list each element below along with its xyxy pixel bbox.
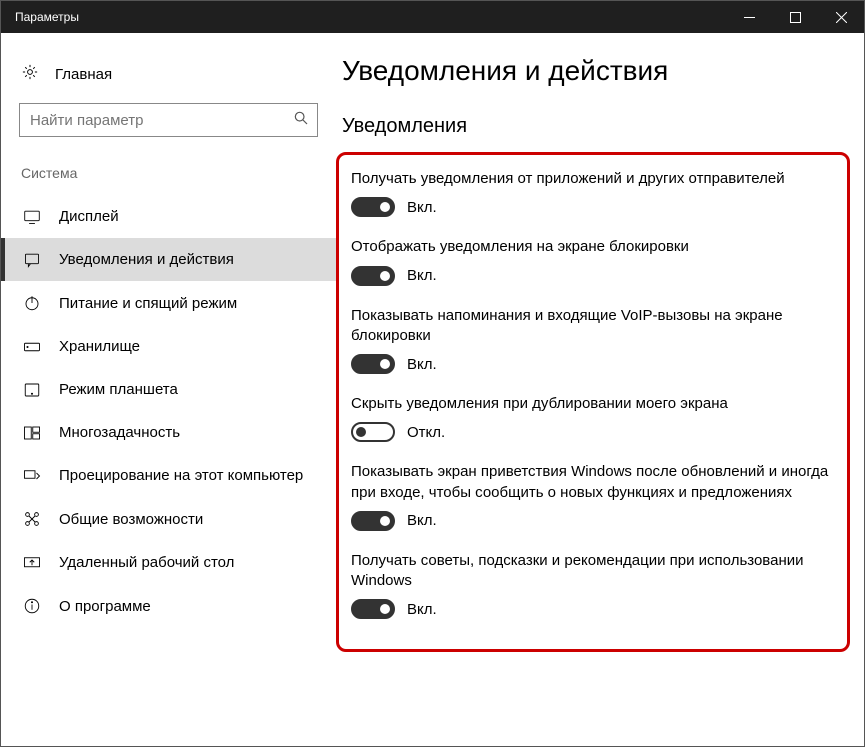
setting-item: Отображать уведомления на экране блокиро… xyxy=(351,237,835,285)
sidebar-item-label: Общие возможности xyxy=(59,511,203,528)
maximize-button[interactable] xyxy=(772,1,818,33)
toggle-switch[interactable] xyxy=(351,422,395,442)
window-controls xyxy=(726,1,864,33)
toggle-switch[interactable] xyxy=(351,599,395,619)
sidebar-item-label: Хранилище xyxy=(59,338,140,355)
sidebar: Главная Система Дисплей xyxy=(1,33,336,746)
gear-icon xyxy=(21,63,39,85)
setting-item: Показывать напоминания и входящие VoIP-в… xyxy=(351,306,835,375)
titlebar: Параметры xyxy=(1,1,864,33)
main-content: Уведомления и действия Уведомления Получ… xyxy=(336,33,864,746)
sidebar-item-label: Режим планшета xyxy=(59,381,178,398)
remote-desktop-icon xyxy=(23,555,41,571)
sidebar-item-label: Многозадачность xyxy=(59,424,180,441)
home-label: Главная xyxy=(55,66,112,83)
toggle-state: Вкл. xyxy=(407,601,437,618)
shared-icon xyxy=(23,510,41,528)
sidebar-item-label: Удаленный рабочий стол xyxy=(59,554,234,571)
setting-desc: Показывать напоминания и входящие VoIP-в… xyxy=(351,306,835,347)
projecting-icon xyxy=(23,468,41,484)
setting-item: Скрыть уведомления при дублировании моег… xyxy=(351,394,835,442)
setting-desc: Получать уведомления от приложений и дру… xyxy=(351,169,835,189)
toggle-switch[interactable] xyxy=(351,511,395,531)
highlighted-settings: Получать уведомления от приложений и дру… xyxy=(336,152,850,652)
notifications-icon xyxy=(23,252,41,268)
setting-desc: Получать советы, подсказки и рекомендаци… xyxy=(351,551,835,592)
search-box[interactable] xyxy=(19,103,318,137)
search-input[interactable] xyxy=(30,112,293,129)
toggle-switch[interactable] xyxy=(351,354,395,374)
power-icon xyxy=(23,294,41,312)
sidebar-item-projecting[interactable]: Проецирование на этот компьютер xyxy=(1,454,336,497)
sidebar-item-power[interactable]: Питание и спящий режим xyxy=(1,281,336,325)
section-title: Уведомления xyxy=(342,115,850,138)
setting-desc: Показывать экран приветствия Windows пос… xyxy=(351,462,835,503)
toggle-state: Вкл. xyxy=(407,199,437,216)
nav-list: Дисплей Уведомления и действия Питание и… xyxy=(1,195,336,628)
storage-icon xyxy=(23,340,41,354)
multitasking-icon xyxy=(23,425,41,441)
setting-item: Получать уведомления от приложений и дру… xyxy=(351,169,835,217)
sidebar-item-label: Питание и спящий режим xyxy=(59,295,237,312)
sidebar-item-storage[interactable]: Хранилище xyxy=(1,325,336,368)
toggle-switch[interactable] xyxy=(351,197,395,217)
sidebar-item-label: Проецирование на этот компьютер xyxy=(59,467,303,484)
sidebar-item-label: Уведомления и действия xyxy=(59,251,234,268)
sidebar-item-tablet[interactable]: Режим планшета xyxy=(1,368,336,411)
toggle-state: Вкл. xyxy=(407,356,437,373)
page-title: Уведомления и действия xyxy=(342,55,850,87)
setting-desc: Скрыть уведомления при дублировании моег… xyxy=(351,394,835,414)
toggle-switch[interactable] xyxy=(351,266,395,286)
setting-item: Показывать экран приветствия Windows пос… xyxy=(351,462,835,531)
toggle-state: Вкл. xyxy=(407,512,437,529)
tablet-icon xyxy=(23,382,41,398)
window-title: Параметры xyxy=(15,10,79,24)
settings-window: Параметры Главная xyxy=(0,0,865,747)
sidebar-item-shared[interactable]: Общие возможности xyxy=(1,497,336,541)
display-icon xyxy=(23,209,41,225)
close-button[interactable] xyxy=(818,1,864,33)
sidebar-item-remote[interactable]: Удаленный рабочий стол xyxy=(1,541,336,584)
setting-desc: Отображать уведомления на экране блокиро… xyxy=(351,237,835,257)
sidebar-item-display[interactable]: Дисплей xyxy=(1,195,336,238)
toggle-state: Откл. xyxy=(407,424,445,441)
home-link[interactable]: Главная xyxy=(1,57,336,103)
sidebar-item-multitasking[interactable]: Многозадачность xyxy=(1,411,336,454)
toggle-state: Вкл. xyxy=(407,267,437,284)
sidebar-section-label: Система xyxy=(1,165,336,195)
search-icon xyxy=(293,110,309,130)
about-icon xyxy=(23,597,41,615)
minimize-button[interactable] xyxy=(726,1,772,33)
sidebar-item-about[interactable]: О программе xyxy=(1,584,336,628)
sidebar-item-label: Дисплей xyxy=(59,208,119,225)
sidebar-item-notifications[interactable]: Уведомления и действия xyxy=(1,238,336,281)
sidebar-item-label: О программе xyxy=(59,598,151,615)
setting-item: Получать советы, подсказки и рекомендаци… xyxy=(351,551,835,620)
